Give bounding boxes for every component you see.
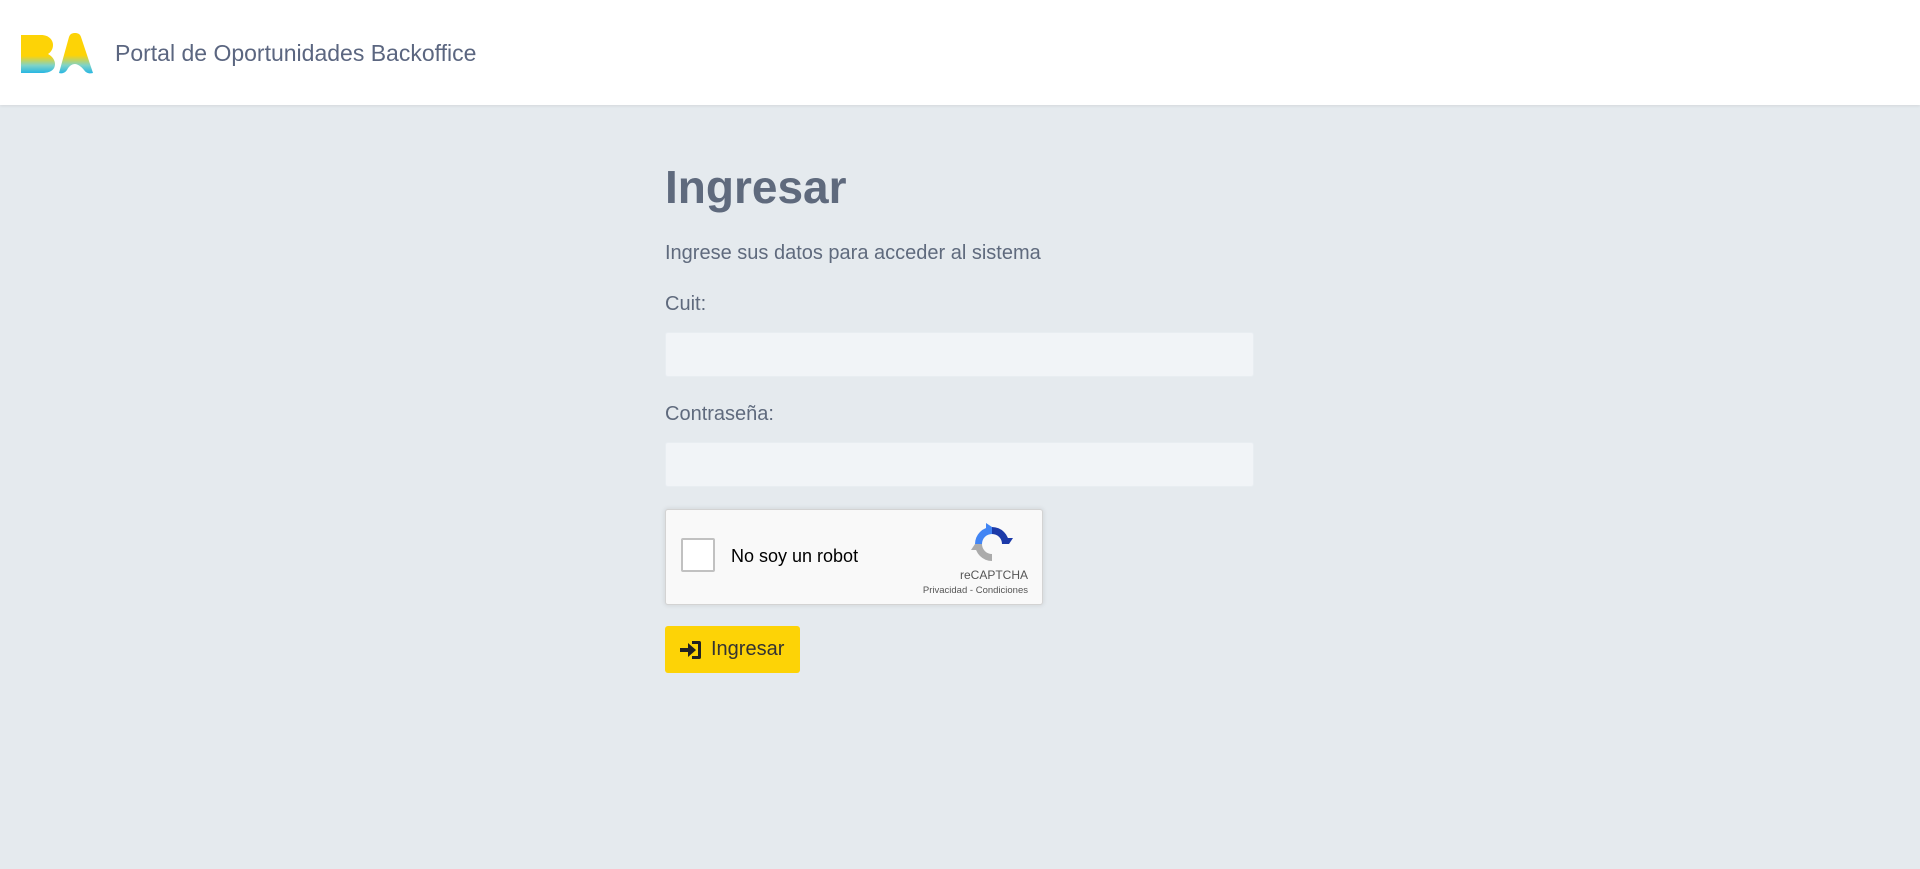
cuit-label: Cuit:	[665, 293, 707, 315]
recaptcha-widget: No soy un robot reCAPTCHA Privacidad - C…	[665, 509, 1043, 605]
recaptcha-label: No soy un robot	[731, 546, 859, 566]
login-submit-button[interactable]: Ingresar	[665, 626, 801, 673]
password-label: Contraseña:	[665, 403, 774, 425]
login-form: Ingresar Ingrese sus datos para acceder …	[665, 150, 1255, 673]
password-input[interactable]	[665, 442, 1254, 487]
app-title: Portal de Oportunidades Backoffice	[115, 40, 477, 66]
page-title: Ingresar	[665, 161, 847, 213]
recaptcha-brand: reCAPTCHA	[959, 568, 1028, 582]
recaptcha-link-separator: -	[967, 585, 976, 596]
recaptcha-terms-link[interactable]: Condiciones	[976, 585, 1028, 596]
recaptcha-checkbox[interactable]	[681, 538, 715, 572]
recaptcha-links: Privacidad - Condiciones	[923, 585, 1028, 596]
cuit-input[interactable]	[665, 332, 1254, 377]
recaptcha-logo-icon	[971, 523, 1013, 561]
ba-logo-icon[interactable]	[19, 33, 95, 75]
login-submit-label: Ingresar	[711, 638, 785, 660]
recaptcha-privacy-link[interactable]: Privacidad	[923, 585, 967, 596]
sign-in-icon	[680, 640, 701, 659]
top-navbar: Portal de Oportunidades Backoffice	[0, 0, 1920, 105]
page-subtitle: Ingrese sus datos para acceder al sistem…	[665, 242, 1041, 264]
